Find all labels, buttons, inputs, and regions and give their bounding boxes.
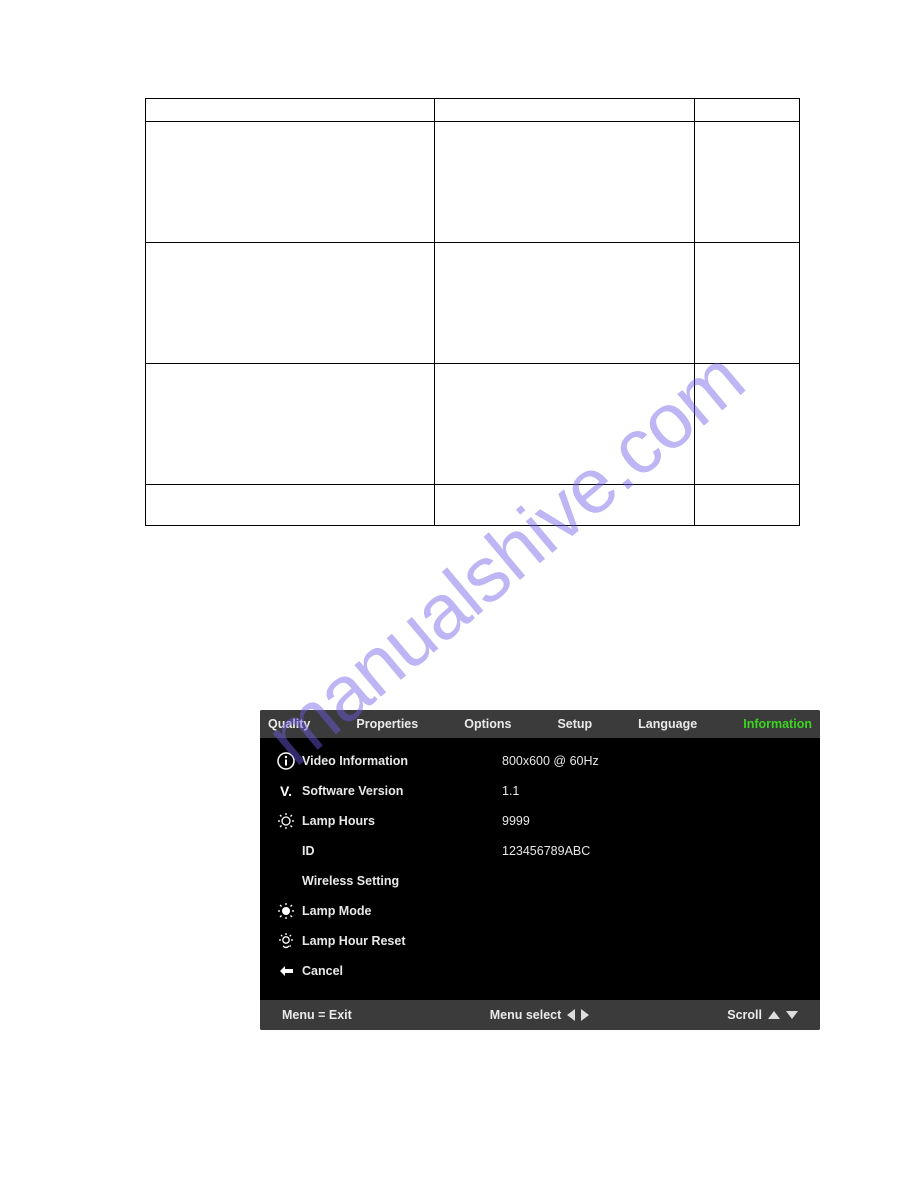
lamp-mode-icon bbox=[270, 902, 302, 920]
value-software-version: 1.1 bbox=[502, 784, 519, 798]
osd-body: Video Information 800x600 @ 60Hz V. Soft… bbox=[260, 738, 820, 990]
label-lamp-hours: Lamp Hours bbox=[302, 814, 502, 828]
tab-information[interactable]: Information bbox=[743, 717, 812, 731]
value-id: 123456789ABC bbox=[502, 844, 590, 858]
row-software-version[interactable]: V. Software Version 1.1 bbox=[270, 776, 810, 806]
row-lamp-hour-reset[interactable]: Lamp Hour Reset bbox=[270, 926, 810, 956]
footer-menu-exit: Menu = Exit bbox=[282, 1008, 352, 1022]
value-video-information: 800x600 @ 60Hz bbox=[502, 754, 599, 768]
tab-quality[interactable]: Quality bbox=[268, 717, 310, 731]
row-wireless-setting[interactable]: Wireless Setting bbox=[270, 866, 810, 896]
tab-properties[interactable]: Properties bbox=[356, 717, 418, 731]
lamp-reset-icon bbox=[270, 932, 302, 950]
label-wireless-setting: Wireless Setting bbox=[302, 874, 502, 888]
right-arrow-icon[interactable] bbox=[581, 1009, 589, 1021]
cancel-icon bbox=[270, 962, 302, 980]
version-icon: V. bbox=[270, 783, 302, 799]
osd-panel: Quality Properties Options Setup Languag… bbox=[260, 710, 820, 1030]
osd-tabbar: Quality Properties Options Setup Languag… bbox=[260, 710, 820, 738]
row-lamp-hours[interactable]: Lamp Hours 9999 bbox=[270, 806, 810, 836]
label-video-information: Video Information bbox=[302, 754, 502, 768]
value-lamp-hours: 9999 bbox=[502, 814, 530, 828]
label-id: ID bbox=[302, 844, 502, 858]
lamp-hours-icon bbox=[270, 812, 302, 830]
left-arrow-icon[interactable] bbox=[567, 1009, 575, 1021]
footer-scroll: Scroll bbox=[727, 1008, 798, 1022]
up-arrow-icon[interactable] bbox=[768, 1011, 780, 1019]
footer-menu-select: Menu select bbox=[490, 1008, 590, 1022]
down-arrow-icon[interactable] bbox=[786, 1011, 798, 1019]
tab-language[interactable]: Language bbox=[638, 717, 697, 731]
row-video-information[interactable]: Video Information 800x600 @ 60Hz bbox=[270, 746, 810, 776]
tab-options[interactable]: Options bbox=[464, 717, 511, 731]
osd-footer: Menu = Exit Menu select Scroll bbox=[260, 1000, 820, 1030]
row-id[interactable]: ID 123456789ABC bbox=[270, 836, 810, 866]
label-lamp-hour-reset: Lamp Hour Reset bbox=[302, 934, 502, 948]
tab-setup[interactable]: Setup bbox=[557, 717, 592, 731]
row-cancel[interactable]: Cancel bbox=[270, 956, 810, 986]
row-lamp-mode[interactable]: Lamp Mode bbox=[270, 896, 810, 926]
info-icon bbox=[270, 752, 302, 770]
label-software-version: Software Version bbox=[302, 784, 502, 798]
label-lamp-mode: Lamp Mode bbox=[302, 904, 502, 918]
settings-table bbox=[145, 98, 800, 526]
label-cancel: Cancel bbox=[302, 964, 502, 978]
